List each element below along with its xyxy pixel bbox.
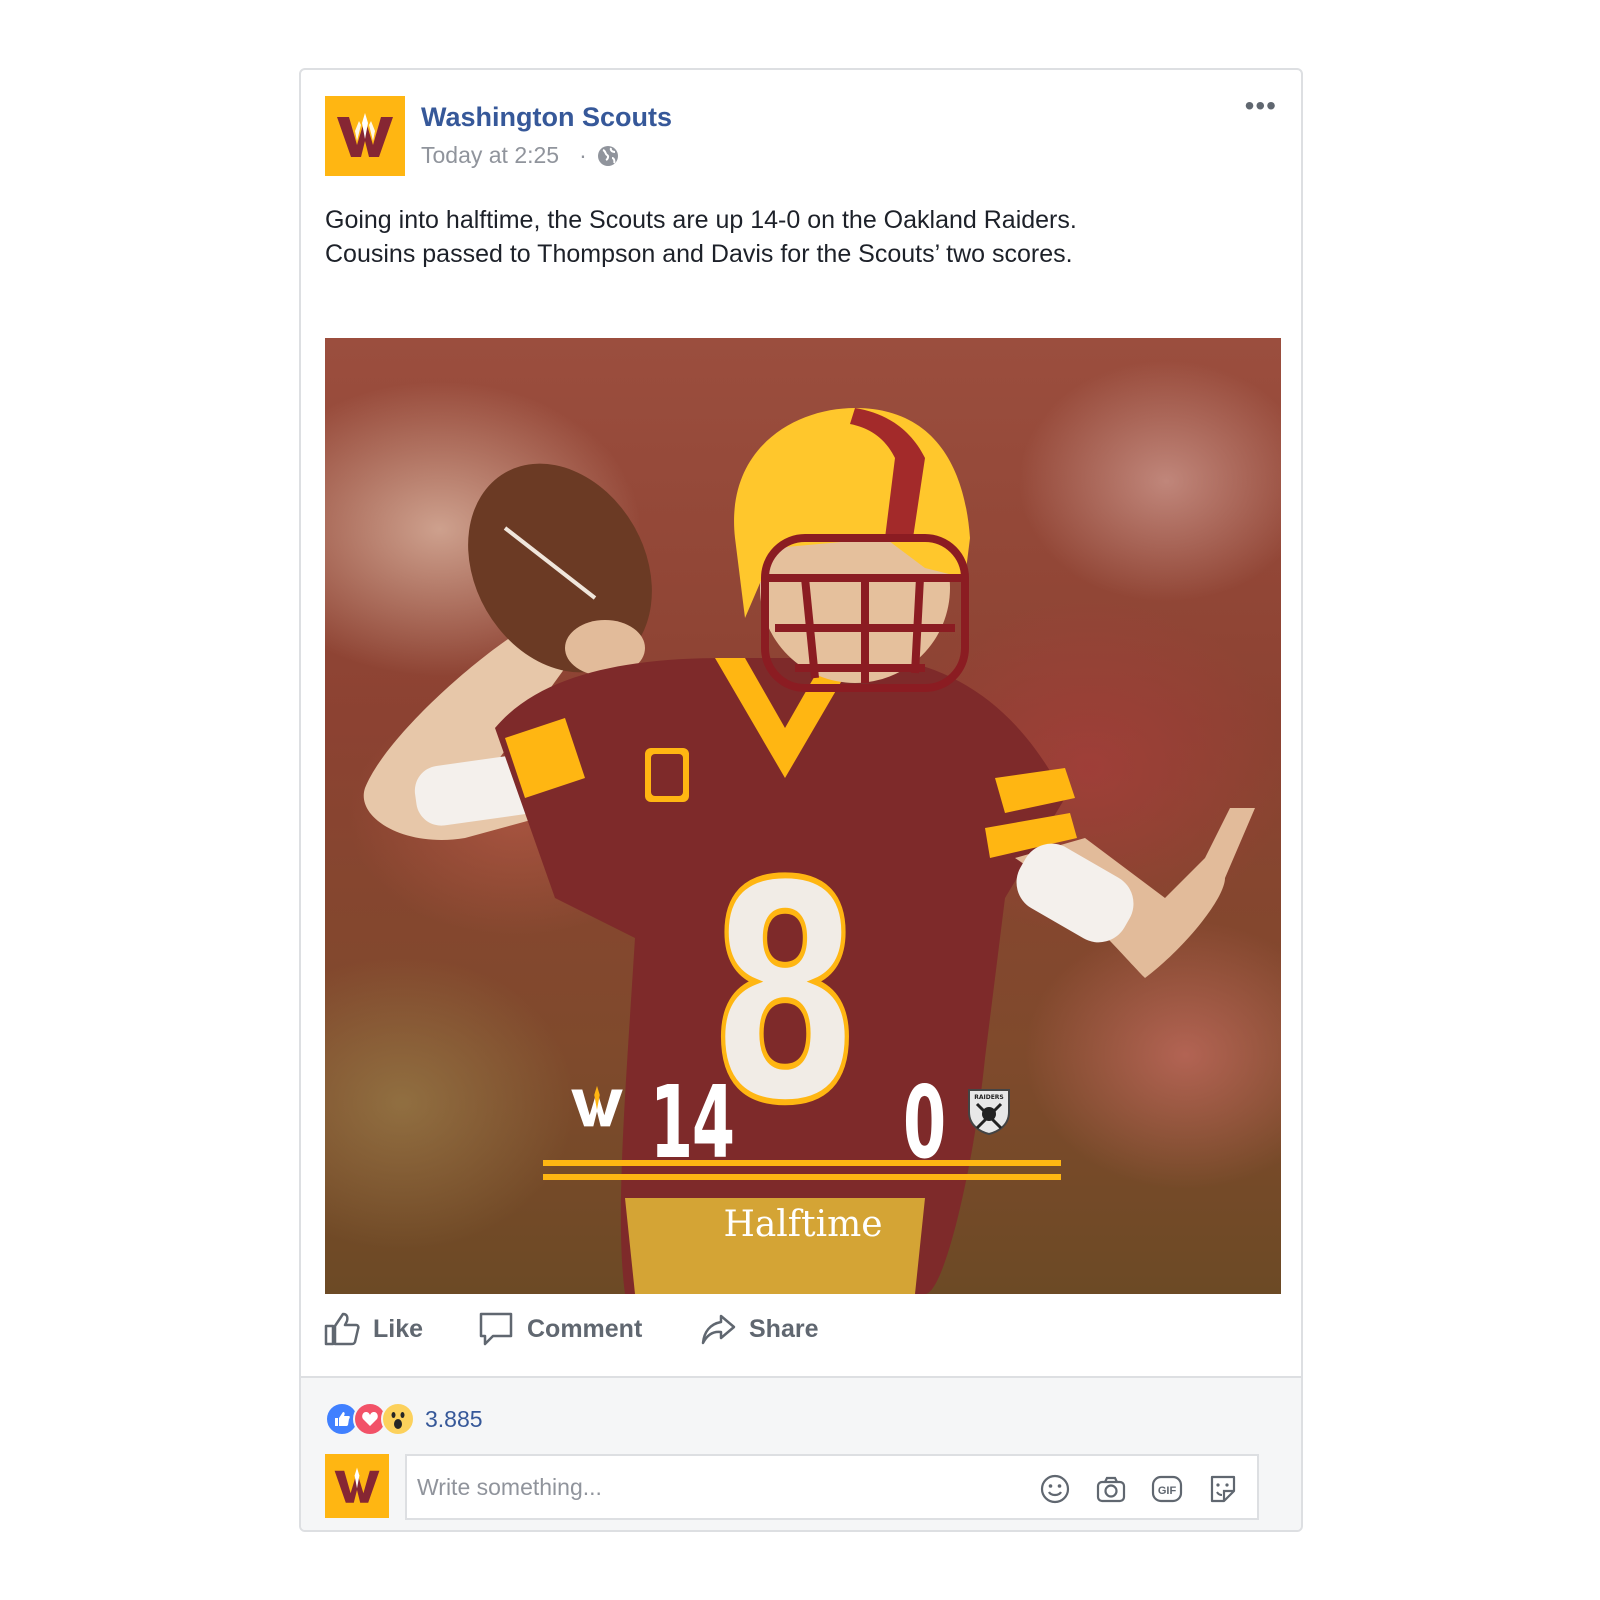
gif-icon[interactable]: GIF [1151, 1473, 1183, 1505]
home-score: 14 [650, 1064, 735, 1181]
post-photo[interactable]: 8 14 0 RAIDERS Halftime [325, 338, 1281, 1294]
like-icon [324, 1312, 360, 1346]
score-divider [543, 1160, 1061, 1166]
svg-text:GIF: GIF [1158, 1485, 1177, 1497]
user-avatar[interactable] [325, 1454, 389, 1518]
sticker-icon[interactable] [1207, 1473, 1239, 1505]
reaction-summary[interactable]: 3.885 [325, 1402, 483, 1436]
post-actions: Like Comment Share [301, 1296, 1301, 1366]
comment-input[interactable]: Write something... GIF [405, 1454, 1259, 1520]
score-overlay: 14 0 RAIDERS Halftime [325, 338, 1281, 1294]
away-score: 0 [903, 1064, 946, 1181]
post-text-line: Cousins passed to Thompson and Davis for… [325, 240, 1073, 268]
scouts-logo [571, 1085, 623, 1127]
score-divider [543, 1174, 1061, 1180]
wow-reaction-icon [381, 1402, 415, 1436]
reaction-count: 3.885 [425, 1405, 483, 1432]
post-text: Going into halftime, the Scouts are up 1… [325, 203, 1275, 271]
emoji-icon[interactable] [1039, 1473, 1071, 1505]
scouts-logo [334, 1467, 380, 1503]
post-meta: Today at 2:25 · [421, 142, 619, 169]
camera-icon[interactable] [1095, 1473, 1127, 1505]
post-timestamp[interactable]: Today at 2:25 [421, 142, 559, 169]
share-button[interactable]: Share [699, 1310, 818, 1348]
comment-placeholder: Write something... [417, 1474, 602, 1500]
globe-icon[interactable] [597, 145, 619, 167]
game-status: Halftime [723, 1204, 883, 1245]
share-label: Share [749, 1314, 819, 1343]
comment-button[interactable]: Comment [477, 1310, 642, 1348]
page-avatar[interactable] [325, 96, 405, 176]
raiders-badge-text: RAIDERS [974, 1094, 1004, 1101]
comment-icon [479, 1312, 513, 1346]
more-options-button[interactable]: ••• [1245, 92, 1277, 120]
comment-label: Comment [527, 1314, 643, 1343]
like-button[interactable]: Like [323, 1310, 423, 1348]
page-name-link[interactable]: Washington Scouts [421, 102, 672, 133]
share-icon [701, 1314, 736, 1345]
scouts-logo [337, 113, 393, 157]
raiders-logo: RAIDERS [968, 1089, 1010, 1136]
like-label: Like [373, 1314, 424, 1343]
post-card: Washington Scouts Today at 2:25 · ••• Go… [299, 68, 1303, 1532]
post-text-line: Going into halftime, the Scouts are up 1… [325, 206, 1077, 234]
meta-separator: · [579, 142, 587, 168]
post-footer: 3.885 Write something... GIF [301, 1376, 1301, 1530]
